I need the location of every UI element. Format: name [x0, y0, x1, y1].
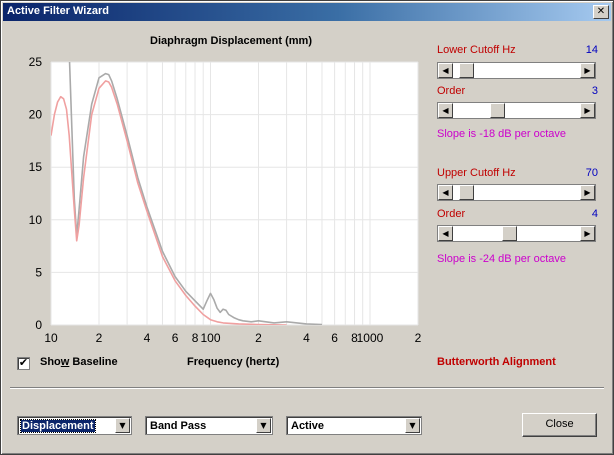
chevron-down-icon[interactable]: ▼: [405, 418, 420, 433]
scroll-right-icon[interactable]: ▶: [580, 63, 595, 78]
x-tick-label: 4: [144, 331, 151, 345]
filter-select[interactable]: Band Pass ▼: [145, 416, 273, 435]
x-tick-label: 4: [303, 331, 310, 345]
y-tick-label: 5: [35, 265, 42, 279]
x-tick-label: 2: [255, 331, 262, 345]
chevron-down-icon[interactable]: ▼: [256, 418, 271, 433]
mode-select-value: Displacement: [20, 419, 96, 433]
lower-order-slider[interactable]: ◀ ▶: [437, 102, 596, 119]
slider-thumb[interactable]: [458, 63, 474, 78]
type-select-value: Active: [291, 420, 325, 432]
lower-cutoff-label: Lower Cutoff Hz: [437, 44, 516, 56]
x-tick-label: 1000: [357, 331, 384, 345]
show-baseline-label[interactable]: Show Baseline: [40, 356, 118, 368]
lower-cutoff-slider[interactable]: ◀ ▶: [437, 62, 596, 79]
x-tick-label: 6: [331, 331, 338, 345]
y-tick-label: 25: [29, 55, 43, 69]
upper-order-label: Order: [437, 208, 466, 220]
y-tick-label: 20: [29, 108, 43, 122]
x-axis-label: Frequency (hertz): [187, 356, 280, 368]
alignment-label: Butterworth Alignment: [437, 356, 556, 368]
lower-cutoff-value: 14: [585, 44, 598, 56]
slider-thumb[interactable]: [502, 226, 518, 241]
separator: [10, 387, 604, 389]
mode-select[interactable]: Displacement ▼: [17, 416, 132, 435]
close-button[interactable]: Close: [522, 413, 597, 437]
y-tick-label: 15: [29, 160, 43, 174]
upper-cutoff-value: 70: [585, 167, 598, 179]
x-tick-label: 10: [44, 331, 58, 345]
upper-order-value: 4: [591, 208, 598, 220]
slider-thumb[interactable]: [489, 103, 505, 118]
x-tick-label: 8: [192, 331, 199, 345]
scroll-right-icon[interactable]: ▶: [580, 226, 595, 241]
scroll-right-icon[interactable]: ▶: [580, 103, 595, 118]
x-tick-label: 2: [415, 331, 422, 345]
scroll-left-icon[interactable]: ◀: [438, 103, 453, 118]
y-tick-label: 0: [35, 318, 42, 332]
chevron-down-icon[interactable]: ▼: [115, 418, 130, 433]
lower-order-value: 3: [591, 85, 598, 97]
upper-order-slider[interactable]: ◀ ▶: [437, 225, 596, 242]
upper-slope-text: Slope is -24 dB per octave: [437, 253, 567, 265]
x-tick-label: 2: [96, 331, 103, 345]
upper-cutoff-slider[interactable]: ◀ ▶: [437, 184, 596, 201]
y-tick-label: 10: [29, 213, 43, 227]
x-tick-label: 100: [200, 331, 220, 345]
scroll-left-icon[interactable]: ◀: [438, 63, 453, 78]
lower-slope-text: Slope is -18 dB per octave: [437, 128, 567, 140]
lower-order-label: Order: [437, 85, 466, 97]
upper-cutoff-label: Upper Cutoff Hz: [437, 167, 516, 179]
show-baseline-checkbox[interactable]: ✔: [17, 357, 30, 370]
x-tick-label: 6: [172, 331, 179, 345]
type-select[interactable]: Active ▼: [286, 416, 422, 435]
scroll-left-icon[interactable]: ◀: [438, 185, 453, 200]
scroll-right-icon[interactable]: ▶: [580, 185, 595, 200]
slider-thumb[interactable]: [458, 185, 474, 200]
scroll-left-icon[interactable]: ◀: [438, 226, 453, 241]
filter-select-value: Band Pass: [150, 420, 207, 432]
